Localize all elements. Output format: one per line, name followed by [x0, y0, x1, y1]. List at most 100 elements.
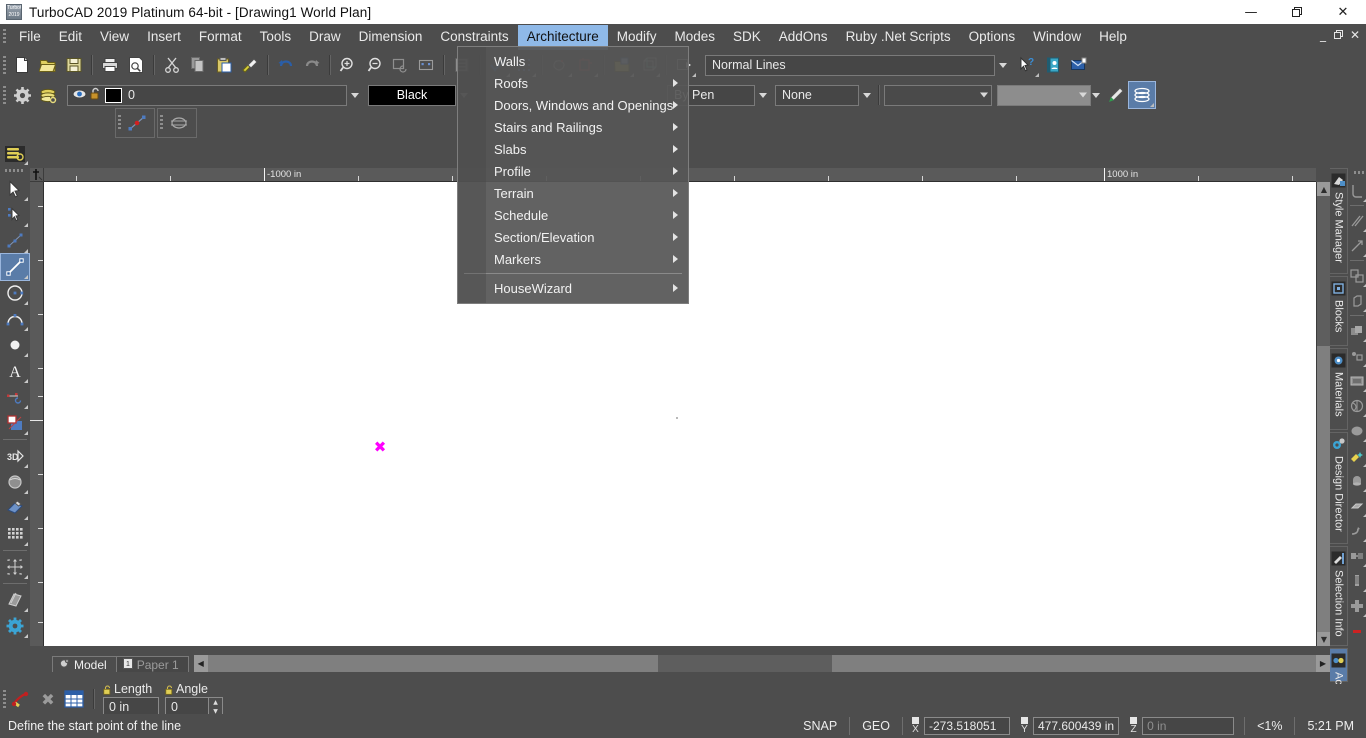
context-help-icon[interactable]: ? — [1014, 52, 1040, 78]
properties-toolbar-grip[interactable] — [0, 82, 9, 108]
y-coordinate-field[interactable]: 477.600439 in — [1032, 717, 1120, 735]
brush-color-combo[interactable] — [997, 84, 1091, 106]
drawing-aids-icon[interactable] — [1, 142, 29, 166]
add-plus-icon[interactable] — [1349, 593, 1366, 618]
menu-help[interactable]: Help — [1090, 25, 1136, 50]
color-combo[interactable]: Black — [368, 84, 456, 106]
close-button[interactable]: ✕ — [1320, 0, 1366, 24]
brush-extra-dropdown-arrow[interactable] — [1091, 84, 1101, 106]
text-tool[interactable]: A — [1, 358, 29, 384]
zoom-extents-icon[interactable] — [413, 52, 439, 78]
hatch-pattern-combo[interactable] — [884, 84, 992, 106]
line-tool[interactable] — [0, 253, 30, 281]
lock-icon[interactable] — [165, 684, 174, 695]
horizontal-scroll-thumb[interactable] — [657, 655, 832, 672]
points-line-icon[interactable] — [124, 110, 150, 136]
menu-ruby-net-scripts[interactable]: Ruby .Net Scripts — [837, 25, 960, 50]
scroll-right-button[interactable]: ▶ — [1316, 655, 1330, 672]
table-icon[interactable] — [61, 686, 87, 712]
menu-item-walls[interactable]: Walls — [458, 50, 688, 72]
menu-item-stairs-and-railings[interactable]: Stairs and Railings — [458, 116, 688, 138]
z-lock-square-icon[interactable] — [1130, 717, 1138, 724]
line-pattern-dropdown-arrow[interactable] — [859, 84, 874, 106]
palette-grip[interactable] — [116, 112, 124, 134]
menu-options[interactable]: Options — [960, 25, 1025, 50]
dock-tab-blocks[interactable]: Blocks — [1330, 276, 1348, 346]
layer-color-swatch[interactable] — [105, 87, 122, 103]
circle-tool[interactable] — [1, 280, 29, 306]
cancel-x-icon[interactable]: ✖ — [35, 686, 61, 712]
snap-indicator[interactable]: SNAP — [797, 719, 843, 733]
vertical-scrollbar[interactable]: ▲ ▼ — [1316, 182, 1331, 646]
layers-icon[interactable] — [35, 82, 61, 108]
chamfer-icon[interactable] — [1349, 493, 1366, 518]
ruler-origin-icon[interactable] — [30, 168, 44, 182]
menu-window[interactable]: Window — [1024, 25, 1090, 50]
menu-item-schedule[interactable]: Schedule — [458, 204, 688, 226]
x-coordinate-field[interactable]: -273.518051 — [923, 717, 1010, 735]
line-tool-active-icon[interactable] — [9, 686, 35, 712]
frame-icon[interactable] — [1349, 368, 1366, 393]
scroll-left-button[interactable]: ◀ — [193, 655, 208, 672]
menu-item-terrain[interactable]: Terrain — [458, 182, 688, 204]
horizontal-scroll-track[interactable] — [207, 655, 1316, 672]
paste-icon[interactable] — [211, 52, 237, 78]
print-icon[interactable] — [97, 52, 123, 78]
dock-tab-materials[interactable]: Materials — [1330, 348, 1348, 430]
vertical-scroll-thumb[interactable] — [1317, 196, 1331, 346]
menu-draw[interactable]: Draw — [300, 25, 350, 50]
point-tool[interactable] — [1, 228, 29, 254]
sphere-tool[interactable] — [1, 469, 29, 495]
extrude-icon[interactable] — [1349, 288, 1366, 313]
line-width-dropdown-arrow[interactable] — [755, 84, 770, 106]
sweep-icon[interactable] — [1349, 518, 1366, 543]
grid-tool[interactable] — [1, 521, 29, 547]
dome-icon[interactable] — [1349, 468, 1366, 493]
y-lock-square-icon[interactable] — [1020, 717, 1028, 724]
three-d-tool[interactable]: 3D — [1, 443, 29, 469]
layer-dropdown-arrow[interactable] — [347, 84, 362, 106]
point-tools-palette[interactable] — [115, 108, 155, 138]
snap-tools-palette[interactable] — [157, 108, 197, 138]
new-icon[interactable] — [9, 52, 35, 78]
address-book-icon[interactable] — [1040, 52, 1066, 78]
settings-tool[interactable] — [1, 613, 29, 639]
layers-stack-icon[interactable] — [1128, 81, 1156, 109]
line-pattern-combo[interactable]: None — [775, 84, 859, 106]
tab-model[interactable]: Model — [52, 656, 117, 672]
palette-grip[interactable] — [158, 112, 166, 134]
x-lock-square-icon[interactable] — [911, 717, 919, 724]
menu-addons[interactable]: AddOns — [770, 25, 837, 50]
pencil-icon[interactable] — [1103, 82, 1129, 108]
horizontal-scrollbar[interactable]: ◀ ▶ — [193, 655, 1330, 672]
menu-item-roofs[interactable]: Roofs — [458, 72, 688, 94]
line-style-combo[interactable]: Normal Lines — [705, 54, 995, 76]
lock-icon[interactable] — [103, 684, 112, 695]
mdi-restore-button[interactable] — [1332, 26, 1346, 44]
dock-tab-design-director[interactable]: Design Director — [1330, 432, 1348, 544]
small-shape-icon[interactable] — [1349, 343, 1366, 368]
gear-icon[interactable] — [9, 82, 35, 108]
minimize-button[interactable]: — — [1228, 0, 1274, 24]
format-painter-icon[interactable] — [237, 52, 263, 78]
layer-combo[interactable]: 0 — [67, 84, 347, 106]
copy-icon[interactable] — [185, 52, 211, 78]
page-tool[interactable] — [1, 587, 29, 613]
tab-paper-1[interactable]: 1 Paper 1 — [115, 656, 189, 672]
dock-tab-animation[interactable]: Ac — [1330, 648, 1348, 685]
line-style-dropdown-arrow[interactable] — [995, 54, 1010, 76]
standard-toolbar-grip[interactable] — [0, 52, 9, 78]
zoom-out-icon[interactable] — [361, 52, 387, 78]
send-mail-icon[interactable] — [1066, 52, 1092, 78]
open-icon[interactable] — [35, 52, 61, 78]
mdi-close-button[interactable]: ✕ — [1348, 26, 1362, 44]
menu-sdk[interactable]: SDK — [724, 25, 770, 50]
ellipse-snap-icon[interactable] — [166, 110, 192, 136]
thread-icon[interactable] — [1349, 568, 1366, 593]
paint-sparkle-icon[interactable] — [1349, 443, 1366, 468]
dot-tool[interactable] — [1, 332, 29, 358]
menu-item-profile[interactable]: Profile — [458, 160, 688, 182]
revolve-icon[interactable] — [1349, 393, 1366, 418]
spinner-up[interactable]: ▲ — [209, 697, 222, 707]
boolean-add-icon[interactable] — [1349, 263, 1366, 288]
